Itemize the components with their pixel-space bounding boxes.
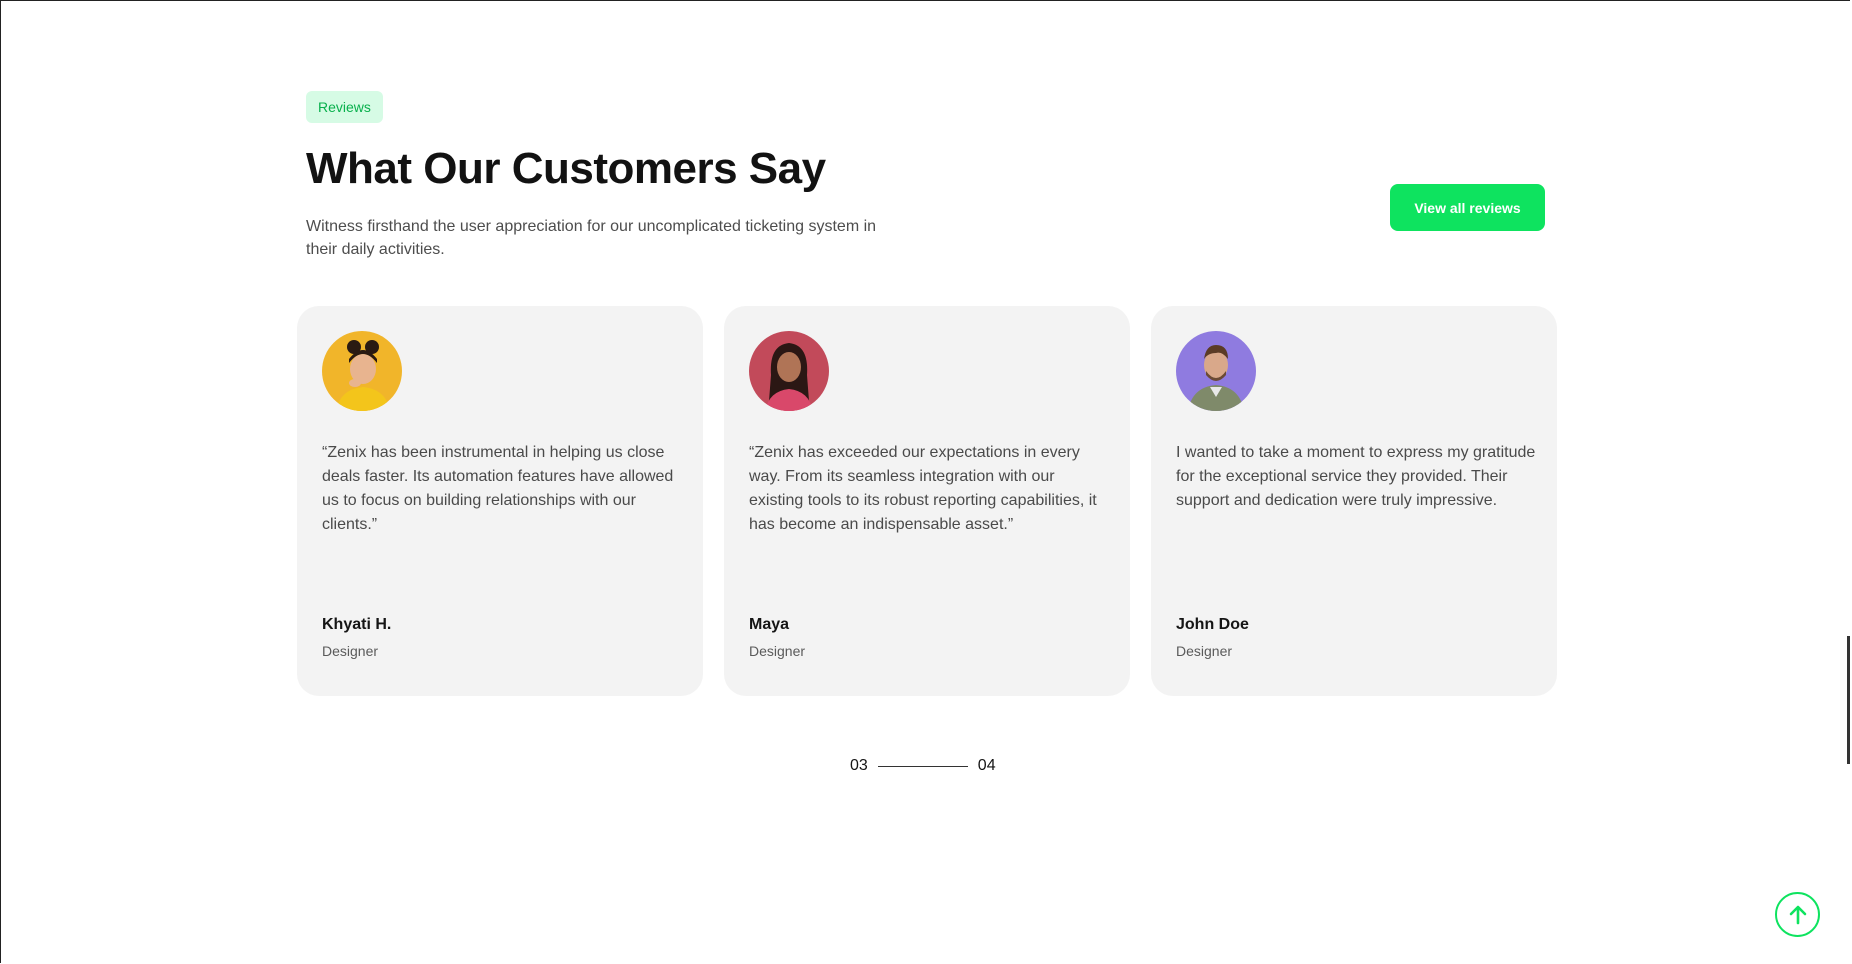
avatar-image (749, 331, 829, 411)
slider-pager: 03 04 (850, 757, 996, 775)
avatar-image (1176, 331, 1256, 411)
reviewer-name: Maya (749, 616, 790, 633)
avatar-image (322, 331, 402, 411)
pager-current: 03 (850, 757, 868, 774)
page: Reviews What Our Customers Say Witness f… (0, 0, 1850, 963)
reviewer-name: Khyati H. (322, 616, 392, 633)
section-header: Reviews What Our Customers Say Witness f… (306, 91, 1562, 261)
pager-progress-line (877, 765, 968, 767)
view-all-reviews-button[interactable]: View all reviews (1390, 184, 1545, 231)
reviews-tag: Reviews (306, 91, 383, 123)
review-cards: “Zenix has been instrumental in helping … (297, 306, 1557, 696)
section-subtitle: Witness firsthand the user appreciation … (306, 218, 877, 258)
avatar (1176, 331, 1256, 411)
scrollbar-thumb[interactable] (1847, 636, 1850, 764)
reviewer-role: Designer (322, 643, 379, 659)
avatar (322, 331, 402, 411)
section-title: What Our Customers Say (306, 144, 826, 193)
reviewer-name: John Doe (1176, 616, 1249, 633)
review-card: “Zenix has exceeded our expectations in … (724, 306, 1130, 696)
review-quote: I wanted to take a moment to express my … (1176, 444, 1536, 509)
review-card: I wanted to take a moment to express my … (1151, 306, 1557, 696)
reviewer-role: Designer (749, 643, 806, 659)
reviews-section: Reviews What Our Customers Say Witness f… (297, 91, 1562, 696)
pager-total: 04 (977, 757, 996, 774)
scroll-to-top-button[interactable] (1775, 892, 1820, 937)
avatar (749, 331, 829, 411)
reviewer-role: Designer (1176, 643, 1233, 659)
review-quote: “Zenix has been instrumental in helping … (322, 444, 674, 533)
review-quote: “Zenix has exceeded our expectations in … (749, 444, 1097, 533)
review-card: “Zenix has been instrumental in helping … (297, 306, 703, 696)
arrow-up-icon (1789, 905, 1806, 924)
